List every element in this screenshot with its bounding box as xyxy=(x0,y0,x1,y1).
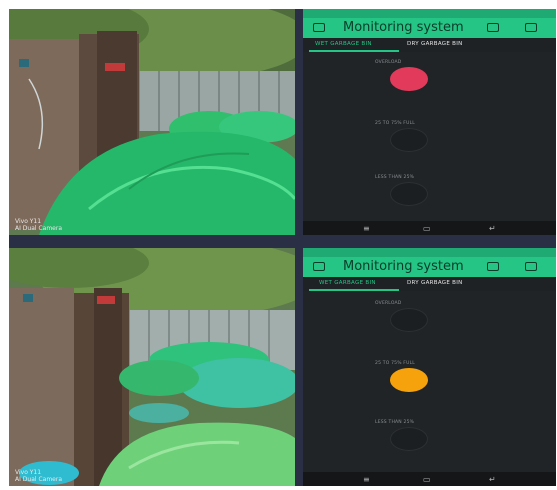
active-tab-indicator xyxy=(309,50,399,52)
recent-apps-button[interactable]: ≡ xyxy=(363,224,370,233)
menu-icon[interactable] xyxy=(525,23,537,32)
device-icon[interactable] xyxy=(487,262,499,271)
frame-separator xyxy=(9,235,556,248)
garbage-bin-photo-bottom: Vivo Y11 AI Dual Camera xyxy=(9,248,295,486)
status-bar xyxy=(303,248,556,257)
app-title: Monitoring system xyxy=(343,20,464,35)
home-button[interactable]: ▭ xyxy=(423,475,431,484)
tab-dry-garbage[interactable]: DRY GARBAGE BIN xyxy=(407,280,463,286)
camera-watermark: Vivo Y11 AI Dual Camera xyxy=(15,469,63,483)
garbage-bin-photo-illustration xyxy=(9,248,295,486)
project-icon[interactable] xyxy=(313,23,325,32)
less-than-led xyxy=(390,182,428,206)
status-bar xyxy=(303,9,556,18)
recent-apps-button[interactable]: ≡ xyxy=(363,475,370,484)
android-nav-bar: ≡ ▭ ↵ xyxy=(303,221,556,235)
garbage-bin-photo-top: Vivo Y11 AI Dual Camera xyxy=(9,9,295,235)
half-full-label: 25 TO 75% FULL xyxy=(375,361,416,366)
home-button[interactable]: ▭ xyxy=(423,224,431,233)
half-full-led xyxy=(390,368,428,392)
phone-screen-top: Monitoring system WET GARBAGE BIN DRY GA… xyxy=(303,9,556,235)
tab-bar: WET GARBAGE BIN DRY GARBAGE BIN xyxy=(303,38,556,52)
overload-label: OVERLOAD xyxy=(375,301,402,306)
overload-led xyxy=(390,67,428,91)
tab-bar: WET GARBAGE BIN DRY GARBAGE BIN xyxy=(303,277,556,291)
app-title: Monitoring system xyxy=(343,259,464,274)
half-full-label: 25 TO 75% FULL xyxy=(375,121,416,126)
tab-wet-garbage[interactable]: WET GARBAGE BIN xyxy=(315,41,372,47)
tab-wet-garbage[interactable]: WET GARBAGE BIN xyxy=(319,280,376,286)
phone-screen-bottom: Monitoring system WET GARBAGE BIN DRY GA… xyxy=(303,248,556,486)
android-nav-bar: ≡ ▭ ↵ xyxy=(303,472,556,486)
tab-dry-garbage[interactable]: DRY GARBAGE BIN xyxy=(407,41,463,47)
camera-watermark: Vivo Y11 AI Dual Camera xyxy=(15,218,63,232)
overload-led xyxy=(390,308,428,332)
back-button[interactable]: ↵ xyxy=(489,475,496,484)
active-tab-indicator xyxy=(309,289,399,291)
project-icon[interactable] xyxy=(313,262,325,271)
device-icon[interactable] xyxy=(487,23,499,32)
back-button[interactable]: ↵ xyxy=(489,224,496,233)
frame-separator xyxy=(295,248,303,486)
app-bar: Monitoring system xyxy=(303,18,556,38)
menu-icon[interactable] xyxy=(525,262,537,271)
half-full-led xyxy=(390,128,428,152)
less-than-label: LESS THAN 25% xyxy=(375,175,415,180)
less-than-led xyxy=(390,427,428,451)
garbage-bin-photo-illustration xyxy=(9,9,295,235)
overload-label: OVERLOAD xyxy=(375,60,402,65)
less-than-label: LESS THAN 25% xyxy=(375,420,415,425)
app-bar: Monitoring system xyxy=(303,257,556,277)
frame-separator xyxy=(295,9,303,235)
